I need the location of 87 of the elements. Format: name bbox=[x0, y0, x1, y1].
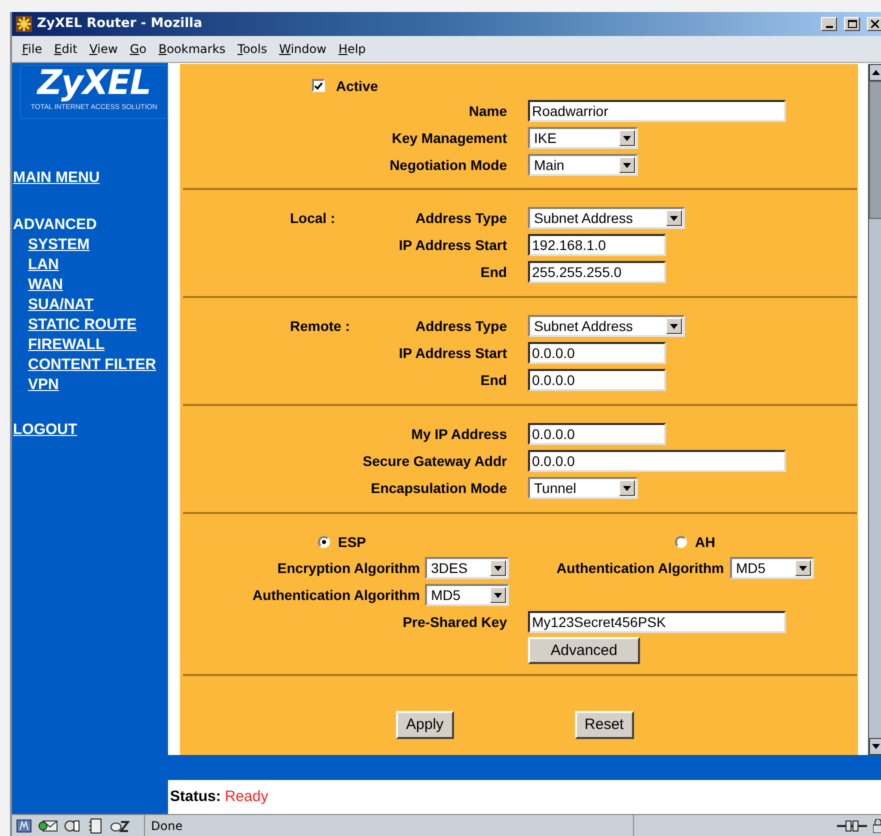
dropdown[interactable]: Subnet Address bbox=[528, 207, 685, 230]
nav-link[interactable]: VPN bbox=[28, 374, 59, 395]
form-button[interactable]: Apply bbox=[396, 710, 454, 739]
field-label: IP Address Start bbox=[398, 345, 507, 362]
down-arrow-icon bbox=[670, 216, 678, 221]
nav-link[interactable]: STATIC ROUTE bbox=[28, 314, 137, 335]
down-arrow-icon bbox=[623, 162, 631, 168]
menu-item[interactable]: Tools bbox=[232, 42, 274, 56]
nav-link[interactable]: FIREWALL bbox=[28, 334, 105, 355]
down-arrow-icon bbox=[799, 566, 807, 571]
menu-item[interactable]: Go bbox=[124, 42, 152, 56]
input-field[interactable]: 255.255.255.0 bbox=[528, 261, 666, 284]
form-button[interactable]: Reset bbox=[574, 710, 634, 739]
nav-link[interactable]: WAN bbox=[28, 274, 63, 295]
down-arrow-icon bbox=[623, 136, 631, 141]
input-field[interactable]: 0.0.0.0 bbox=[528, 423, 666, 446]
minimize-button[interactable] bbox=[821, 16, 837, 31]
nav-link[interactable]: LAN bbox=[28, 254, 59, 275]
field-label: Key Management bbox=[392, 130, 507, 146]
dropdown[interactable]: Main bbox=[528, 154, 638, 176]
down-arrow-icon bbox=[494, 592, 502, 598]
field-label: Authentication Algorithm bbox=[252, 587, 420, 604]
minimize-icon bbox=[826, 26, 832, 28]
radio-label: ESP bbox=[338, 534, 366, 550]
menu-item[interactable]: Edit bbox=[48, 42, 84, 56]
field-label: My IP Address bbox=[411, 426, 507, 442]
input-field[interactable]: 0.0.0.0 bbox=[528, 342, 666, 364]
scroll-thumb[interactable] bbox=[869, 80, 881, 219]
down-arrow-icon bbox=[623, 486, 631, 491]
radio-button[interactable] bbox=[318, 536, 330, 548]
checkbox[interactable] bbox=[312, 79, 325, 92]
field-label: Secure Gateway Addr bbox=[362, 453, 507, 470]
app-icon bbox=[16, 16, 32, 32]
advanced-button[interactable]: Advanced bbox=[528, 636, 640, 664]
field-label: Authentication Algorithm bbox=[556, 560, 724, 576]
window-title: ZyXEL Router - Mozilla bbox=[37, 16, 204, 32]
down-arrow-icon bbox=[670, 324, 678, 329]
up-arrow-icon bbox=[872, 70, 880, 75]
scrollbar[interactable] bbox=[868, 64, 881, 755]
dropdown[interactable]: Subnet Address bbox=[528, 315, 685, 338]
maximize-button[interactable] bbox=[844, 16, 860, 31]
checkbox-label: Active bbox=[336, 78, 378, 94]
menu-item[interactable]: File bbox=[16, 42, 48, 56]
input-field[interactable]: 192.168.1.0 bbox=[528, 234, 666, 256]
field-label: End bbox=[480, 372, 507, 388]
group-label: Local : bbox=[290, 210, 336, 226]
dropdown[interactable]: MD5 bbox=[425, 584, 509, 606]
dropdown[interactable]: Tunnel bbox=[528, 477, 638, 500]
nav-link[interactable]: CONTENT FILTER bbox=[28, 354, 156, 375]
status-text: Done bbox=[144, 815, 634, 836]
nav-link[interactable]: SYSTEM bbox=[28, 234, 90, 255]
field-label: Address Type bbox=[415, 210, 507, 226]
group-label: Remote : bbox=[290, 318, 350, 334]
nav-link[interactable]: SUA/NAT bbox=[28, 294, 94, 315]
status-label: Status: bbox=[170, 788, 221, 806]
input-field[interactable]: 0.0.0.0 bbox=[528, 369, 666, 392]
input-field[interactable]: My123Secret456PSK bbox=[528, 611, 786, 634]
field-label: Negotiation Mode bbox=[390, 157, 507, 174]
field-label: Address Type bbox=[415, 318, 507, 334]
close-icon bbox=[871, 20, 879, 28]
input-field[interactable]: 0.0.0.0 bbox=[528, 450, 786, 472]
dropdown[interactable]: 3DES bbox=[425, 557, 509, 580]
field-label: Encapsulation Mode bbox=[370, 480, 507, 496]
maximize-icon bbox=[848, 20, 856, 28]
connection-icon bbox=[837, 820, 867, 832]
field-label: Name bbox=[468, 103, 507, 120]
field-label: IP Address Start bbox=[398, 237, 507, 254]
radio-label: AH bbox=[695, 534, 716, 550]
close-button[interactable] bbox=[867, 16, 881, 31]
field-label: Pre-Shared Key bbox=[402, 614, 507, 630]
status-value: Ready bbox=[224, 788, 268, 806]
menu-item[interactable]: View bbox=[83, 42, 124, 56]
dropdown[interactable]: MD5 bbox=[730, 557, 814, 580]
menu-item[interactable]: Help bbox=[332, 42, 372, 56]
field-label: End bbox=[480, 264, 507, 280]
dropdown[interactable]: IKE bbox=[528, 127, 638, 150]
field-label: Encryption Algorithm bbox=[277, 560, 420, 576]
down-arrow-icon bbox=[872, 744, 880, 749]
nav-heading: ADVANCED bbox=[13, 214, 97, 235]
input-field[interactable]: Roadwarrior bbox=[528, 100, 786, 122]
menu-item[interactable]: Window bbox=[273, 42, 332, 56]
lock-icon bbox=[873, 818, 881, 833]
nav-link[interactable]: MAIN MENU bbox=[13, 168, 100, 188]
menu-item[interactable]: Bookmarks bbox=[152, 42, 232, 56]
down-arrow-icon bbox=[494, 566, 502, 571]
radio-button[interactable] bbox=[675, 536, 687, 548]
nav-link[interactable]: LOGOUT bbox=[13, 420, 78, 440]
